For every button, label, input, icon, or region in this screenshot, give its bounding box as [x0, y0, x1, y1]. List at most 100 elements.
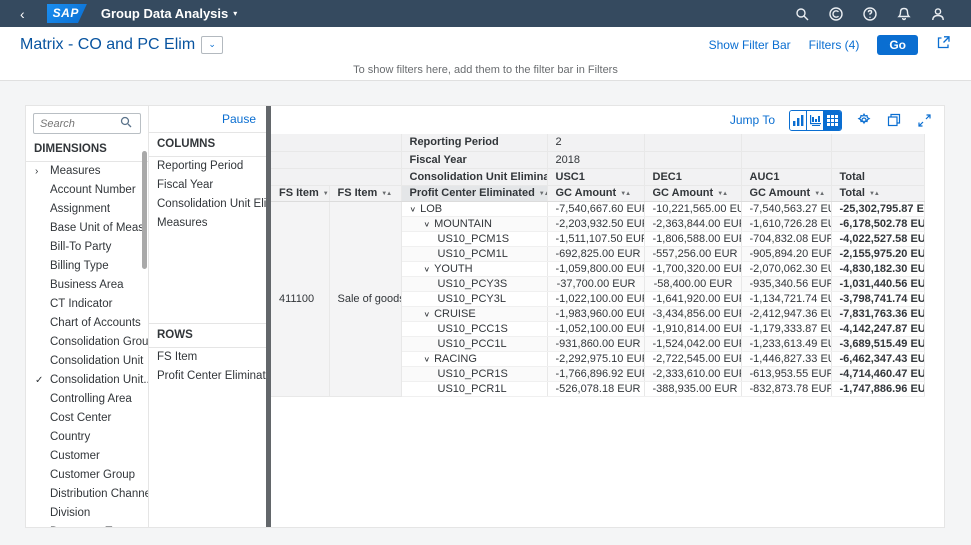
scrollbar[interactable]	[142, 151, 147, 269]
help-icon[interactable]	[862, 6, 877, 21]
column-header[interactable]: GC Amount▼▲	[547, 185, 644, 201]
total-amount-cell[interactable]: -25,302,795.87 EUR	[831, 201, 924, 216]
total-amount-cell[interactable]: -3,689,515.49 EUR	[831, 336, 924, 351]
back-icon[interactable]: ‹	[12, 7, 33, 21]
gc-amount-cell[interactable]: -526,078.18 EUR	[547, 381, 644, 396]
dimension-item[interactable]: Distribution Channel	[26, 485, 148, 504]
gc-amount-cell[interactable]: -2,333,610.00 EUR	[644, 366, 741, 381]
share-icon[interactable]	[936, 35, 951, 55]
dimension-item[interactable]: Controlling Area	[26, 390, 148, 409]
total-amount-cell[interactable]: -2,155,975.20 EUR	[831, 246, 924, 261]
show-filter-bar-link[interactable]: Show Filter Bar	[709, 38, 791, 52]
copilot-icon[interactable]	[828, 6, 843, 21]
dimension-item[interactable]: Chart of Accounts	[26, 314, 148, 333]
gc-amount-cell[interactable]: -1,641,920.00 EUR	[644, 291, 741, 306]
dimension-search[interactable]	[33, 113, 141, 134]
dimension-item[interactable]: CT Indicator	[26, 295, 148, 314]
search-icon[interactable]	[794, 6, 809, 21]
bell-icon[interactable]	[896, 6, 911, 21]
gc-amount-cell[interactable]: -613,953.55 EUR	[741, 366, 831, 381]
dimension-item[interactable]: Account Number	[26, 181, 148, 200]
column-item[interactable]: Fiscal Year	[149, 176, 266, 195]
total-amount-cell[interactable]: -3,798,741.74 EUR	[831, 291, 924, 306]
gc-amount-cell[interactable]: -2,363,844.00 EUR	[644, 216, 741, 231]
total-amount-cell[interactable]: -4,830,182.30 EUR	[831, 261, 924, 276]
dimension-item[interactable]: Division	[26, 504, 148, 523]
column-header[interactable]: Profit Center Eliminated▼▲	[401, 185, 547, 201]
collapse-icon[interactable]: ∨	[424, 220, 431, 229]
gc-amount-cell[interactable]: -1,446,827.33 EUR	[741, 351, 831, 366]
copy-export-icon[interactable]	[886, 112, 902, 128]
dimension-item[interactable]: Cost Center	[26, 409, 148, 428]
gc-amount-cell[interactable]: -37,700.00 EUR	[547, 276, 644, 291]
app-title-menu[interactable]: Group Data Analysis ▾	[101, 6, 237, 21]
gc-amount-cell[interactable]: -1,983,960.00 EUR	[547, 306, 644, 321]
column-item[interactable]: Measures	[149, 214, 266, 233]
hierarchy-cell[interactable]: US10_PCC1L	[401, 336, 547, 351]
gc-amount-cell[interactable]: -58,400.00 EUR	[644, 276, 741, 291]
hierarchy-cell[interactable]: US10_PCR1L	[401, 381, 547, 396]
hierarchy-cell[interactable]: ∨MOUNTAIN	[401, 216, 547, 231]
total-amount-cell[interactable]: -6,462,347.43 EUR	[831, 351, 924, 366]
variant-select-button[interactable]: ⌄	[201, 36, 223, 54]
hierarchy-cell[interactable]: US10_PCC1S	[401, 321, 547, 336]
filters-link[interactable]: Filters (4)	[809, 38, 860, 52]
dimension-item[interactable]: Billing Type	[26, 257, 148, 276]
grid-view-button[interactable]	[824, 111, 841, 130]
dimension-item[interactable]: ✓Consolidation Unit...	[26, 371, 148, 390]
gc-amount-cell[interactable]: -1,511,107.50 EUR	[547, 231, 644, 246]
column-header[interactable]: FS Item▼	[271, 185, 329, 201]
gc-amount-cell[interactable]: -2,203,932.50 EUR	[547, 216, 644, 231]
total-amount-cell[interactable]: -7,831,763.36 EUR	[831, 306, 924, 321]
row-item[interactable]: FS Item	[149, 348, 266, 367]
dimension-item[interactable]: ›Measures	[26, 162, 148, 181]
hierarchy-cell[interactable]: US10_PCY3S	[401, 276, 547, 291]
gc-amount-cell[interactable]: -3,434,856.00 EUR	[644, 306, 741, 321]
gc-amount-cell[interactable]: -832,873.78 EUR	[741, 381, 831, 396]
hierarchy-cell[interactable]: ∨LOB	[401, 201, 547, 216]
gc-amount-cell[interactable]: -1,766,896.92 EUR	[547, 366, 644, 381]
gc-amount-cell[interactable]: -557,256.00 EUR	[644, 246, 741, 261]
total-amount-cell[interactable]: -4,142,247.87 EUR	[831, 321, 924, 336]
gc-amount-cell[interactable]: -1,700,320.00 EUR	[644, 261, 741, 276]
dimension-item[interactable]: Assignment	[26, 200, 148, 219]
dimension-item[interactable]: Customer	[26, 447, 148, 466]
gc-amount-cell[interactable]: -1,806,588.00 EUR	[644, 231, 741, 246]
search-icon[interactable]	[120, 115, 132, 133]
row-item[interactable]: Profit Center Eliminated	[149, 367, 266, 386]
hierarchy-cell[interactable]: US10_PCM1S	[401, 231, 547, 246]
dimension-item[interactable]: Bill-To Party	[26, 238, 148, 257]
gc-amount-cell[interactable]: -931,860.00 EUR	[547, 336, 644, 351]
gc-amount-cell[interactable]: -388,935.00 EUR	[644, 381, 741, 396]
total-amount-cell[interactable]: -6,178,502.78 EUR	[831, 216, 924, 231]
column-header[interactable]: GC Amount▼▲	[741, 185, 831, 201]
gc-amount-cell[interactable]: -692,825.00 EUR	[547, 246, 644, 261]
pause-button[interactable]: Pause	[222, 112, 256, 126]
gc-amount-cell[interactable]: -7,540,563.27 EUR	[741, 201, 831, 216]
user-icon[interactable]	[930, 6, 945, 21]
gc-amount-cell[interactable]: -7,540,667.60 EUR	[547, 201, 644, 216]
gc-amount-cell[interactable]: -1,022,100.00 EUR	[547, 291, 644, 306]
column-item[interactable]: Reporting Period	[149, 157, 266, 176]
dimension-item[interactable]: Consolidation Group	[26, 333, 148, 352]
gc-amount-cell[interactable]: -2,070,062.30 EUR	[741, 261, 831, 276]
jump-to-link[interactable]: Jump To	[730, 113, 775, 127]
total-amount-cell[interactable]: -1,747,886.96 EUR	[831, 381, 924, 396]
gc-amount-cell[interactable]: -1,052,100.00 EUR	[547, 321, 644, 336]
dimension-item[interactable]: Consolidation Unit	[26, 352, 148, 371]
collapse-icon[interactable]: ∨	[424, 265, 431, 274]
column-chart-view-button[interactable]	[807, 111, 824, 130]
collapse-icon[interactable]: ∨	[424, 310, 431, 319]
gc-amount-cell[interactable]: -2,412,947.36 EUR	[741, 306, 831, 321]
gc-amount-cell[interactable]: -2,722,545.00 EUR	[644, 351, 741, 366]
column-header[interactable]: Total▼▲	[831, 185, 924, 201]
hierarchy-cell[interactable]: US10_PCY3L	[401, 291, 547, 306]
search-input[interactable]	[40, 118, 120, 130]
total-amount-cell[interactable]: -4,714,460.47 EUR	[831, 366, 924, 381]
dimension-item[interactable]: Base Unit of Meas...	[26, 219, 148, 238]
hierarchy-cell[interactable]: ∨CRUISE	[401, 306, 547, 321]
hierarchy-cell[interactable]: US10_PCM1L	[401, 246, 547, 261]
gc-amount-cell[interactable]: -1,910,814.00 EUR	[644, 321, 741, 336]
dimension-item[interactable]: Document Type	[26, 523, 148, 527]
settings-gear-icon[interactable]	[856, 112, 872, 128]
